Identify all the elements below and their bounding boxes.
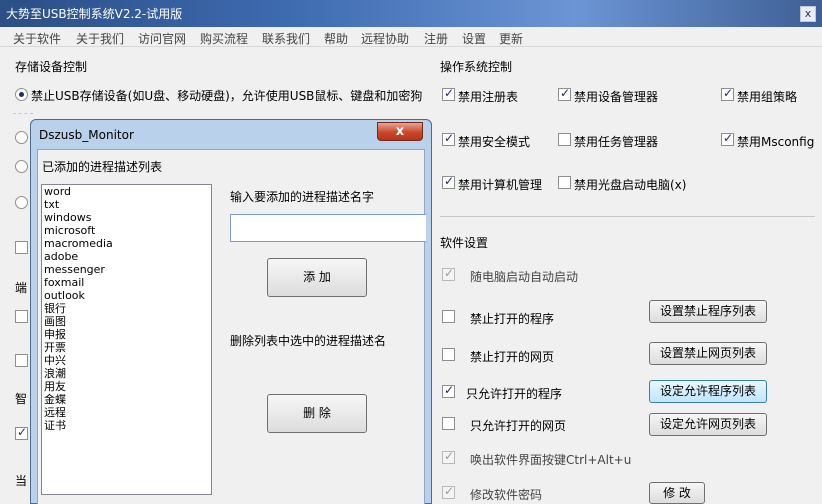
menu-about-software[interactable]: 关于软件 [13,30,61,47]
window-title: 大势至USB控制系统V2.2-试用版 [6,7,183,21]
left-checkbox-3[interactable] [15,354,28,367]
list-item[interactable]: microsoft [42,224,211,237]
list-item[interactable]: 银行 [42,302,211,315]
list-item[interactable]: 开票 [42,341,211,354]
os-checkbox-registry[interactable] [442,86,455,101]
list-item[interactable]: 中兴 [42,354,211,367]
popup-close-button[interactable]: x [377,122,423,141]
list-item[interactable]: word [42,185,211,198]
list-item[interactable]: txt [42,198,211,211]
os-label-computer-mgmt: 禁用计算机管理 [458,178,543,192]
os-label-task-manager: 禁用任务管理器 [574,135,659,149]
sw-label-block-pages: 禁止打开的网页 [470,350,555,364]
menu-contact[interactable]: 联系我们 [262,30,310,47]
os-checkbox-group-policy[interactable] [721,86,734,101]
sw-label-change-password: 修改软件密码 [470,488,543,502]
left-label-partial-3: 当 [15,474,28,488]
left-checkbox-2[interactable] [15,310,28,323]
left-checkbox-4[interactable] [15,425,28,440]
list-item[interactable]: 金蝶 [42,393,211,406]
set-allowed-pages-button[interactable]: 设定允许网页列表 [649,413,767,436]
sw-checkbox-allow-pages[interactable] [442,417,455,430]
os-label-msconfig: 禁用Msconfig [737,135,815,149]
list-item[interactable]: macromedia [42,237,211,250]
input-label: 输入要添加的进程描述名字 [230,190,375,204]
delete-label: 删除列表中选中的进程描述名 [230,334,387,348]
os-control-title: 操作系统控制 [440,60,513,74]
window-close-button[interactable]: x [800,6,816,22]
storage-radio-2[interactable] [15,131,28,144]
os-label-registry: 禁用注册表 [458,90,519,104]
os-checkbox-safe-mode[interactable] [442,131,455,146]
storage-radio-usb-block[interactable] [15,88,28,101]
list-item[interactable]: adobe [42,250,211,263]
sw-label-hotkey: 唤出软件界面按键Ctrl+Alt+u [470,453,632,467]
sw-checkbox-block-programs[interactable] [442,310,455,323]
add-button[interactable]: 添 加 [267,258,367,297]
list-item[interactable]: outlook [42,289,211,302]
os-checkbox-task-manager[interactable] [558,133,571,146]
menu-bar: 关于软件 关于我们 访问官网 购买流程 联系我们 帮助 远程协助 注册 设置 更… [0,27,822,47]
menu-about-us[interactable]: 关于我们 [76,30,124,47]
os-label-safe-mode: 禁用安全模式 [458,135,531,149]
sw-checkbox-allow-programs[interactable] [442,383,455,398]
menu-purchase[interactable]: 购买流程 [200,30,248,47]
list-item[interactable]: messenger [42,263,211,276]
os-checkbox-device-manager[interactable] [558,86,571,101]
process-list-title: 已添加的进程描述列表 [42,160,163,174]
set-blocked-pages-button[interactable]: 设置禁止网页列表 [649,342,767,365]
set-blocked-programs-button[interactable]: 设置禁止程序列表 [649,300,767,323]
menu-update[interactable]: 更新 [499,30,523,47]
process-list[interactable]: word txt windows microsoft macromedia ad… [41,184,212,495]
list-item[interactable]: 画图 [42,315,211,328]
delete-button[interactable]: 删 除 [267,394,367,433]
popup-title: Dszusb_Monitor [39,128,134,142]
list-item[interactable]: 申报 [42,328,211,341]
software-settings-title: 软件设置 [440,236,489,250]
list-item[interactable]: 用友 [42,380,211,393]
menu-help[interactable]: 帮助 [324,30,348,47]
popup-body: 已添加的进程描述列表 word txt windows microsoft ma… [37,149,426,504]
os-checkbox-msconfig[interactable] [721,131,734,146]
title-bar: 大势至USB控制系统V2.2-试用版 x [0,0,822,27]
os-label-device-manager: 禁用设备管理器 [574,90,659,104]
list-item[interactable]: 远程 [42,406,211,419]
menu-settings[interactable]: 设置 [462,30,486,47]
sw-label-allow-programs: 只允许打开的程序 [466,387,563,401]
sw-label-allow-pages: 只允许打开的网页 [470,419,567,433]
menu-remote-assist[interactable]: 远程协助 [361,30,409,47]
list-item[interactable]: 浪潮 [42,367,211,380]
sw-checkbox-change-password[interactable] [442,484,455,499]
os-checkbox-cd-boot[interactable] [558,176,571,189]
storage-radio-label: 禁止USB存储设备(如U盘、移动硬盘)，允许使用USB鼠标、键盘和加密狗 [31,89,423,103]
left-checkbox-1[interactable] [15,241,28,254]
sw-checkbox-autostart[interactable] [442,266,455,281]
os-label-group-policy: 禁用组策略 [737,90,798,104]
storage-radio-4[interactable] [15,196,28,209]
storage-group-title: 存储设备控制 [15,60,88,74]
list-item[interactable]: windows [42,211,211,224]
change-password-button[interactable]: 修 改 [649,482,705,504]
divider [440,216,815,217]
left-label-partial-1: 端 [15,281,28,295]
list-item[interactable]: foxmail [42,276,211,289]
menu-register[interactable]: 注册 [424,30,448,47]
sw-checkbox-hotkey[interactable] [442,449,455,464]
sw-checkbox-block-pages[interactable] [442,348,455,361]
set-allowed-programs-button[interactable]: 设定允许程序列表 [649,380,767,403]
sw-label-block-programs: 禁止打开的程序 [470,312,555,326]
os-label-cd-boot: 禁用光盘启动电脑(x) [574,178,687,192]
process-name-input[interactable] [230,214,426,242]
divider [13,113,33,114]
monitor-popup-window: Dszusb_Monitor x 已添加的进程描述列表 word txt win… [30,119,432,504]
menu-official-site[interactable]: 访问官网 [138,30,186,47]
storage-radio-3[interactable] [15,160,28,173]
list-item[interactable]: 证书 [42,419,211,432]
os-checkbox-computer-mgmt[interactable] [442,174,455,189]
left-label-partial-2: 智 [15,392,28,406]
sw-label-autostart: 随电脑启动自动启动 [470,270,579,284]
